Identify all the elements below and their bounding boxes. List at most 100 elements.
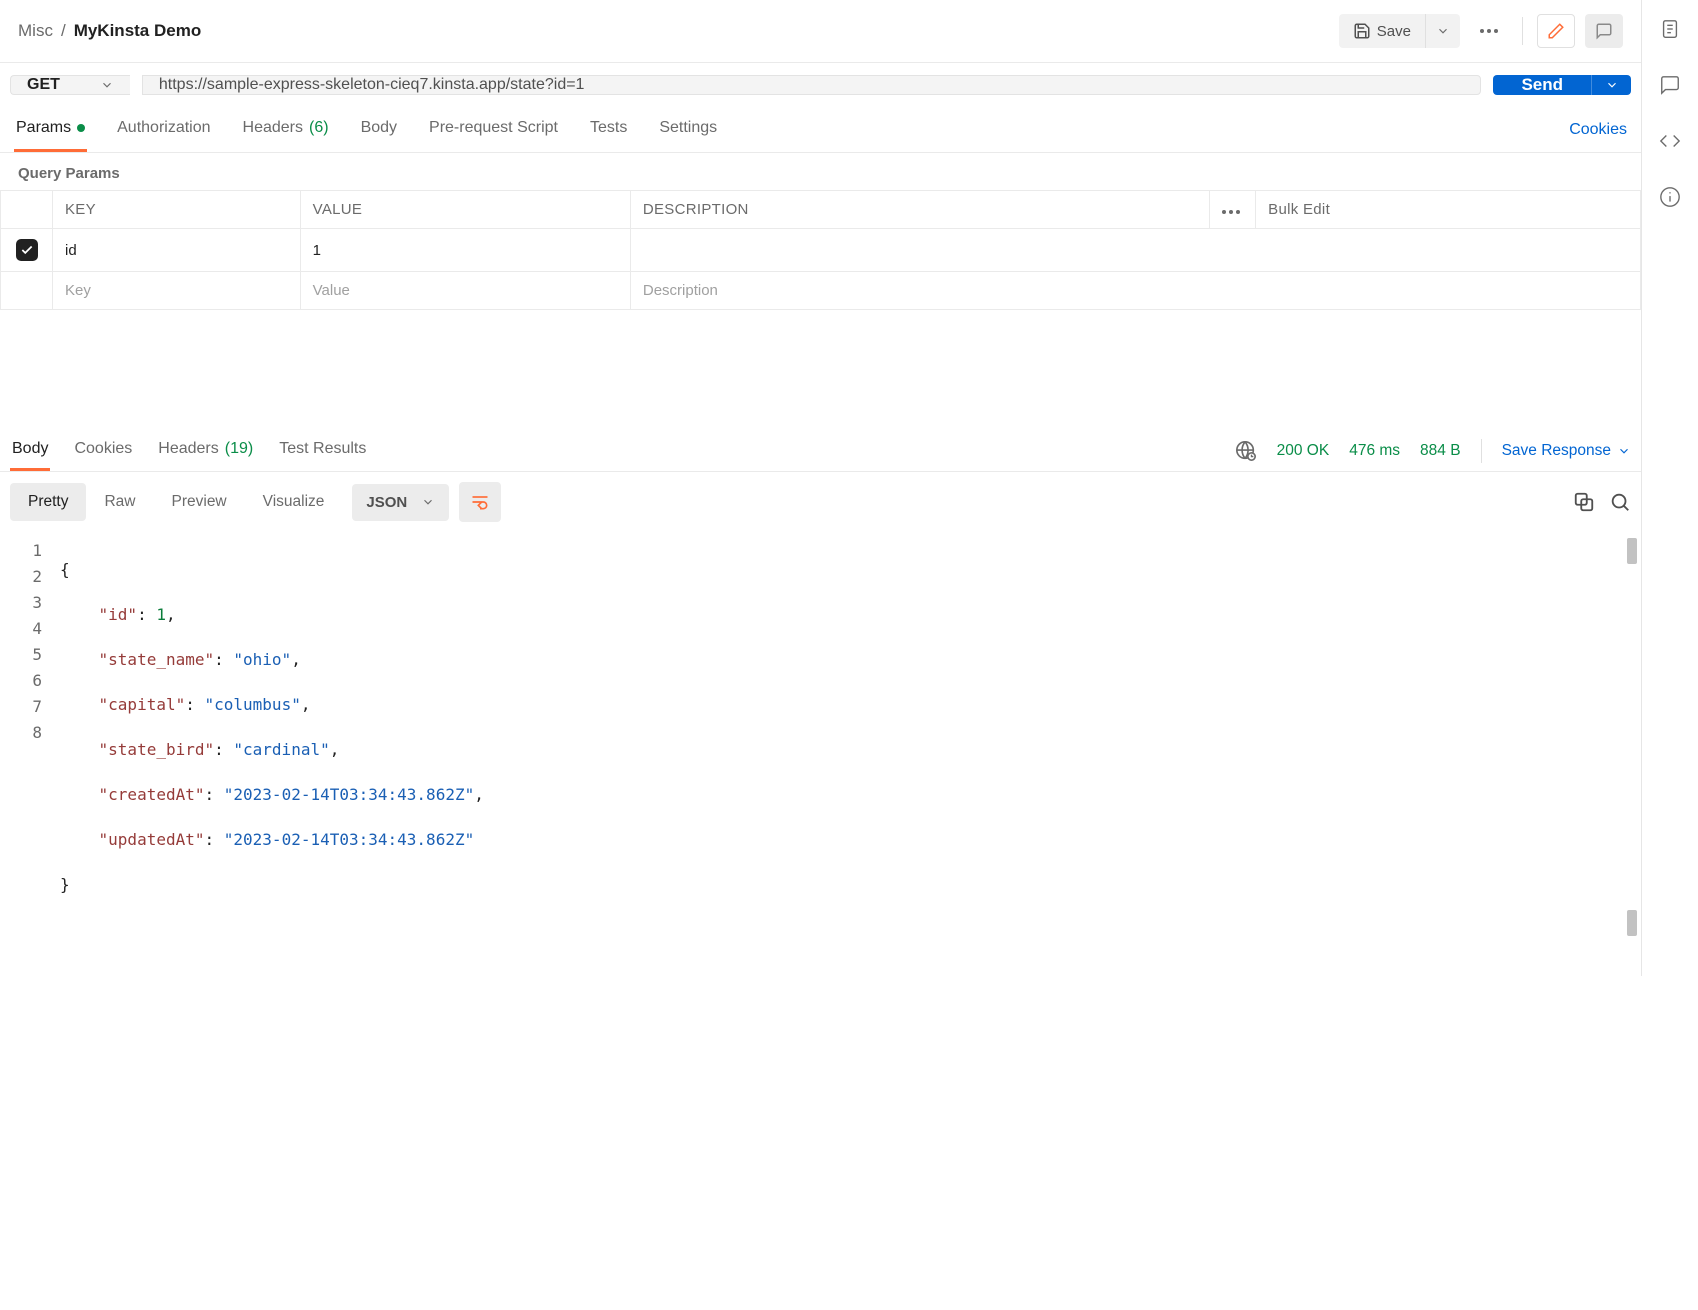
seg-preview[interactable]: Preview [154, 483, 245, 521]
param-checkbox[interactable] [16, 239, 38, 261]
dots-icon [1480, 29, 1498, 33]
send-dropdown-button[interactable] [1591, 75, 1631, 95]
col-value: VALUE [300, 191, 630, 229]
chevron-down-icon [421, 495, 435, 509]
tab-authorization[interactable]: Authorization [115, 107, 212, 152]
param-value-input[interactable]: Value [300, 272, 630, 310]
request-url-value: https://sample-express-skeleton-cieq7.ki… [159, 76, 585, 94]
col-key: KEY [53, 191, 301, 229]
breadcrumb-current[interactable]: MyKinsta Demo [74, 21, 202, 41]
resp-tab-headers[interactable]: Headers (19) [156, 430, 255, 471]
scrollbar-thumb[interactable] [1627, 538, 1637, 564]
chevron-down-icon [1605, 78, 1619, 92]
tab-label: Pre-request Script [429, 119, 558, 137]
col-more[interactable] [1210, 191, 1256, 229]
resp-size: 884 B [1420, 442, 1461, 460]
tab-prerequest[interactable]: Pre-request Script [427, 107, 560, 152]
response-view-segmented: Pretty Raw Preview Visualize [10, 483, 342, 521]
tab-label: Authorization [117, 119, 210, 137]
tab-label: Test Results [279, 440, 366, 458]
param-key-input[interactable]: Key [53, 272, 301, 310]
tab-label: Body [12, 440, 48, 458]
tab-label: Body [361, 119, 397, 137]
line-wrap-button[interactable] [459, 482, 501, 522]
resp-tab-test-results[interactable]: Test Results [277, 430, 368, 471]
tab-count: (6) [309, 119, 329, 137]
param-row-empty: Key Value Description [1, 272, 1641, 310]
save-button[interactable]: Save [1339, 14, 1425, 48]
tab-headers[interactable]: Headers (6) [241, 107, 331, 152]
code-content: { "id": 1, "state_name": "ohio", "capita… [60, 538, 1641, 936]
resp-time: 476 ms [1349, 442, 1400, 460]
param-value-cell[interactable]: 1 [300, 229, 630, 272]
documentation-icon[interactable] [1659, 18, 1681, 40]
more-actions-button[interactable] [1470, 21, 1508, 41]
tab-settings[interactable]: Settings [657, 107, 719, 152]
response-format-select[interactable]: JSON [352, 484, 449, 521]
comments-icon[interactable] [1659, 74, 1681, 96]
wrap-icon [470, 492, 490, 512]
code-icon[interactable] [1659, 130, 1681, 152]
param-row: id 1 [1, 229, 1641, 272]
tab-tests[interactable]: Tests [588, 107, 629, 152]
query-params-title: Query Params [0, 153, 1641, 190]
tab-label: Headers [243, 119, 303, 137]
param-desc-cell[interactable] [630, 229, 1640, 272]
resp-status: 200 OK [1277, 442, 1330, 460]
bulk-edit-link[interactable]: Bulk Edit [1256, 191, 1641, 229]
save-response-button[interactable]: Save Response [1502, 442, 1631, 460]
seg-pretty[interactable]: Pretty [10, 483, 86, 521]
search-icon[interactable] [1609, 491, 1631, 513]
save-dropdown-button[interactable] [1425, 14, 1460, 48]
chevron-down-icon [100, 78, 114, 92]
response-format-value: JSON [366, 494, 407, 511]
tab-label: Tests [590, 119, 627, 137]
save-icon [1353, 22, 1371, 40]
resp-tab-body[interactable]: Body [10, 430, 50, 471]
request-url-input[interactable]: https://sample-express-skeleton-cieq7.ki… [142, 75, 1482, 95]
response-body[interactable]: 12345678 { "id": 1, "state_name": "ohio"… [0, 532, 1641, 976]
tab-body[interactable]: Body [359, 107, 399, 152]
tab-params[interactable]: Params [14, 107, 87, 152]
breadcrumb: Misc / MyKinsta Demo [18, 21, 201, 41]
tab-label: Params [16, 119, 71, 137]
col-check [1, 191, 53, 229]
check-icon [20, 243, 34, 257]
breadcrumb-parent[interactable]: Misc [18, 21, 53, 41]
tab-label: Cookies [74, 440, 132, 458]
cookies-link[interactable]: Cookies [1569, 121, 1627, 139]
http-method-value: GET [27, 76, 60, 94]
param-desc-input[interactable]: Description [630, 272, 1640, 310]
divider [1522, 17, 1523, 45]
seg-visualize[interactable]: Visualize [245, 483, 343, 521]
edit-button[interactable] [1537, 14, 1575, 48]
col-description: DESCRIPTION [630, 191, 1209, 229]
active-dot-icon [77, 124, 85, 132]
param-key-cell[interactable]: id [53, 229, 301, 272]
dots-icon [1222, 210, 1240, 214]
copy-icon[interactable] [1573, 491, 1595, 513]
tab-label: Settings [659, 119, 717, 137]
chevron-down-icon [1436, 24, 1450, 38]
seg-raw[interactable]: Raw [86, 483, 153, 521]
tab-label: Headers [158, 440, 218, 458]
save-button-label: Save [1377, 23, 1411, 40]
comment-button[interactable] [1585, 14, 1623, 48]
http-method-select[interactable]: GET [10, 75, 130, 95]
pencil-icon [1547, 22, 1565, 40]
line-gutter: 12345678 [0, 538, 60, 936]
info-icon[interactable] [1659, 186, 1681, 208]
network-icon[interactable] [1235, 440, 1257, 462]
send-button[interactable]: Send [1493, 75, 1591, 95]
scrollbar-thumb[interactable] [1627, 910, 1637, 936]
chevron-down-icon [1617, 444, 1631, 458]
cookies-label: Cookies [1569, 121, 1627, 138]
save-response-label: Save Response [1502, 442, 1611, 460]
tab-count: (19) [225, 440, 253, 458]
send-button-label: Send [1521, 75, 1563, 94]
query-params-table: KEY VALUE DESCRIPTION Bulk Edit id 1 [0, 190, 1641, 310]
context-sidebar [1642, 0, 1698, 976]
divider [1481, 439, 1482, 463]
breadcrumb-sep: / [61, 21, 66, 41]
resp-tab-cookies[interactable]: Cookies [72, 430, 134, 471]
